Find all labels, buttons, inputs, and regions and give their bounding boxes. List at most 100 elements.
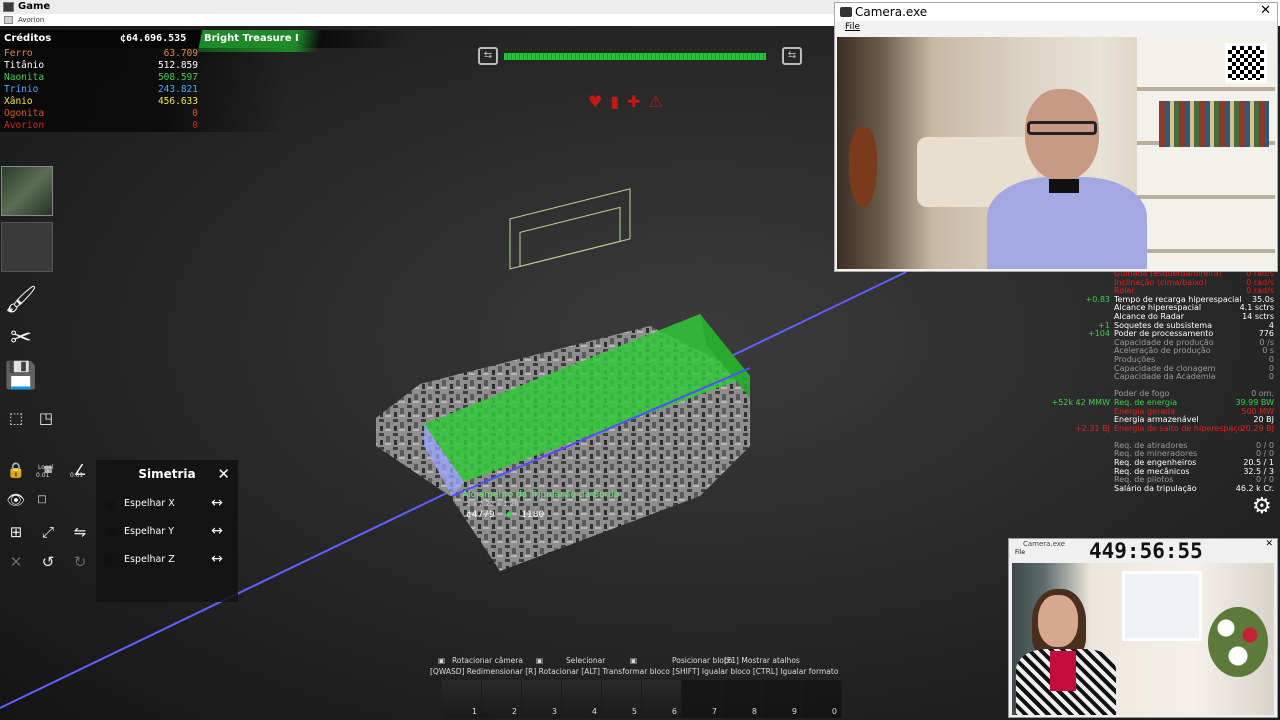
block-dims: 2 x 2.22 x 1.26 bbox=[466, 500, 519, 508]
camera-icon bbox=[840, 7, 852, 17]
resource-value: 512.859 bbox=[157, 60, 198, 71]
blueprint-thumbnail[interactable] bbox=[1, 166, 53, 216]
mirror-y-checkbox[interactable] bbox=[106, 528, 115, 537]
redo-icon[interactable]: ↻ bbox=[68, 550, 92, 574]
mouse-icon: ▣ bbox=[438, 656, 446, 665]
resource-row: Avorion 0 bbox=[0, 120, 410, 132]
grid-value-label: 0.01 bbox=[36, 472, 50, 479]
lock-icon[interactable]: 🔒 bbox=[4, 458, 28, 482]
repair-tools-icon[interactable]: ✂ bbox=[3, 320, 39, 356]
room-window bbox=[1122, 571, 1202, 641]
hotbar-slot[interactable]: 1 bbox=[442, 680, 482, 718]
delete-icon[interactable]: ✕ bbox=[4, 550, 28, 574]
mirror-z-checkbox[interactable] bbox=[106, 556, 115, 565]
select-box-icon[interactable]: ⬚ bbox=[4, 406, 28, 430]
hotbar-slot-number: 7 bbox=[711, 707, 717, 716]
camera-window[interactable]: Camera.exe ✕ File bbox=[834, 2, 1278, 272]
turret-thumbnail[interactable] bbox=[1, 222, 53, 272]
mouse-icon-3: ▣ bbox=[630, 656, 638, 665]
window-title: Game bbox=[18, 1, 51, 12]
undo-icon[interactable]: ↺ bbox=[36, 550, 60, 574]
mirror-y-row[interactable]: Espelhar Y ↔ bbox=[96, 522, 238, 544]
close-icon[interactable]: ✕ bbox=[217, 465, 230, 483]
mirror-x-row[interactable]: Espelhar X ↔ bbox=[96, 494, 238, 516]
grid-icon[interactable]: ⊞ bbox=[4, 520, 28, 544]
stat-label: Capacidade da Academia bbox=[1114, 372, 1216, 382]
camera-close-icon[interactable]: ✕ bbox=[1260, 3, 1271, 18]
hotbar-slot-number: 5 bbox=[631, 707, 637, 716]
hotbar-slot[interactable]: 4 bbox=[562, 680, 602, 718]
credits-row: Créditos ¢64.696.535 Bright Treasure I bbox=[0, 30, 410, 52]
books bbox=[1159, 101, 1269, 147]
select-arrow-icon[interactable]: ◳ bbox=[34, 406, 58, 430]
settings-gear-icon[interactable]: ⚙ bbox=[1252, 494, 1272, 519]
timer-close-icon[interactable]: ✕ bbox=[1265, 539, 1273, 549]
camera-window-title-bar[interactable]: Camera.exe bbox=[835, 3, 1277, 21]
mirror-x-checkbox[interactable] bbox=[106, 500, 115, 509]
resource-name: Titânio bbox=[4, 60, 45, 71]
resource-name: Trínio bbox=[4, 84, 39, 95]
mirror-z-row[interactable]: Espelhar Z ↔ bbox=[96, 550, 238, 572]
red-top bbox=[1050, 651, 1076, 691]
resource-row: Naonita 508.597 bbox=[0, 72, 410, 84]
resource-gem-icon: ◆ bbox=[505, 510, 513, 520]
eye-icon[interactable]: 👁 bbox=[4, 488, 28, 512]
glasses bbox=[1027, 121, 1097, 135]
guitar bbox=[849, 127, 877, 207]
mouse-icon-2: ▣ bbox=[536, 656, 544, 665]
shield-left-icon: ⇆ bbox=[478, 47, 498, 65]
hotbar-slot-number: 8 bbox=[751, 707, 757, 716]
resource-value: 0 bbox=[192, 108, 198, 119]
mirror-x-arrow-icon[interactable]: ↔ bbox=[206, 495, 228, 513]
hotbar-slot[interactable]: 3 bbox=[522, 680, 562, 718]
hotbar-slot[interactable]: 9 bbox=[762, 680, 802, 718]
webcam-video bbox=[837, 37, 1275, 269]
block-price: ¢4779 bbox=[466, 510, 495, 520]
health-bar-fill bbox=[504, 53, 766, 60]
resource-value: 63.709 bbox=[163, 48, 198, 59]
hotbar-slot-number: 2 bbox=[511, 707, 517, 716]
credits-label: Créditos bbox=[4, 33, 52, 44]
hotbar-slot[interactable]: 8 bbox=[722, 680, 762, 718]
heart-warning-icon: ♥ bbox=[588, 92, 603, 111]
hotbar-slot-number: 1 bbox=[471, 707, 477, 716]
stat-delta: +52k 42 MMW bbox=[1051, 397, 1111, 407]
hotbar-slot[interactable]: 2 bbox=[482, 680, 522, 718]
hotbar-slot-number: 3 bbox=[551, 707, 557, 716]
square-icon[interactable]: □ bbox=[30, 488, 54, 512]
timer-file-menu[interactable]: File bbox=[1015, 549, 1025, 556]
resource-row: Ogonita 0 bbox=[0, 108, 410, 120]
resource-name: Avorion bbox=[4, 120, 45, 131]
resize-icon[interactable]: ⤢ bbox=[36, 520, 60, 544]
mirror-icon[interactable]: ⇋ bbox=[68, 520, 92, 544]
stat-delta: +0.83 bbox=[1085, 294, 1110, 304]
flowers bbox=[1208, 607, 1268, 677]
camera-window-title: Camera.exe bbox=[855, 5, 928, 19]
hotbar-slot[interactable]: 5 bbox=[602, 680, 642, 718]
shield-right-icon: ⇆ bbox=[782, 47, 802, 65]
hint-row-1: ▣ ▣ ▣ Rotacionar câmera Selecionar Posicio… bbox=[428, 656, 868, 667]
mirror-z-arrow-icon[interactable]: ↔ bbox=[206, 551, 228, 569]
bow-tie bbox=[1049, 179, 1079, 193]
stat-row: Salário da tripulação 46.2 k Cr. bbox=[1040, 484, 1276, 494]
stat-row: Aceleração de produção 0 s bbox=[1040, 347, 1276, 356]
save-icon[interactable]: 💾 bbox=[3, 358, 39, 394]
paint-tool-icon[interactable]: 🖌 bbox=[3, 282, 39, 318]
camera-file-menu[interactable]: File bbox=[845, 22, 860, 32]
mirror-y-arrow-icon[interactable]: ↔ bbox=[206, 523, 228, 541]
hotbar-slot-number: 4 bbox=[591, 707, 597, 716]
timer-window[interactable]: Camera.exe ✕ File 449:56:55 bbox=[1008, 538, 1278, 718]
hotbar-slot[interactable]: 0 bbox=[802, 680, 842, 718]
resource-value: 508.597 bbox=[157, 72, 198, 83]
hotbar-slot[interactable]: 7 bbox=[682, 680, 722, 718]
block-resource-cost: 1180 bbox=[521, 510, 545, 520]
ship-stats-panel: Guinada (esquerda/direita) 0 rad/s Inclina… bbox=[1040, 269, 1276, 494]
angle-icon[interactable]: ∠ bbox=[68, 458, 92, 482]
app-icon bbox=[3, 2, 14, 12]
stat-row: +2.31 BJ Energia de salto de hiperespaço 2… bbox=[1040, 424, 1276, 434]
controls-hints: ▣ ▣ ▣ Rotacionar câmera Selecionar Posicio… bbox=[428, 656, 868, 678]
block-tooltip-name: Alojamento da Tripulação da Borda bbox=[462, 490, 620, 500]
hint-text: Selecionar bbox=[566, 656, 606, 665]
hotbar-slot[interactable]: 6 bbox=[642, 680, 682, 718]
mirror-z-label: Espelhar Z bbox=[124, 554, 175, 565]
